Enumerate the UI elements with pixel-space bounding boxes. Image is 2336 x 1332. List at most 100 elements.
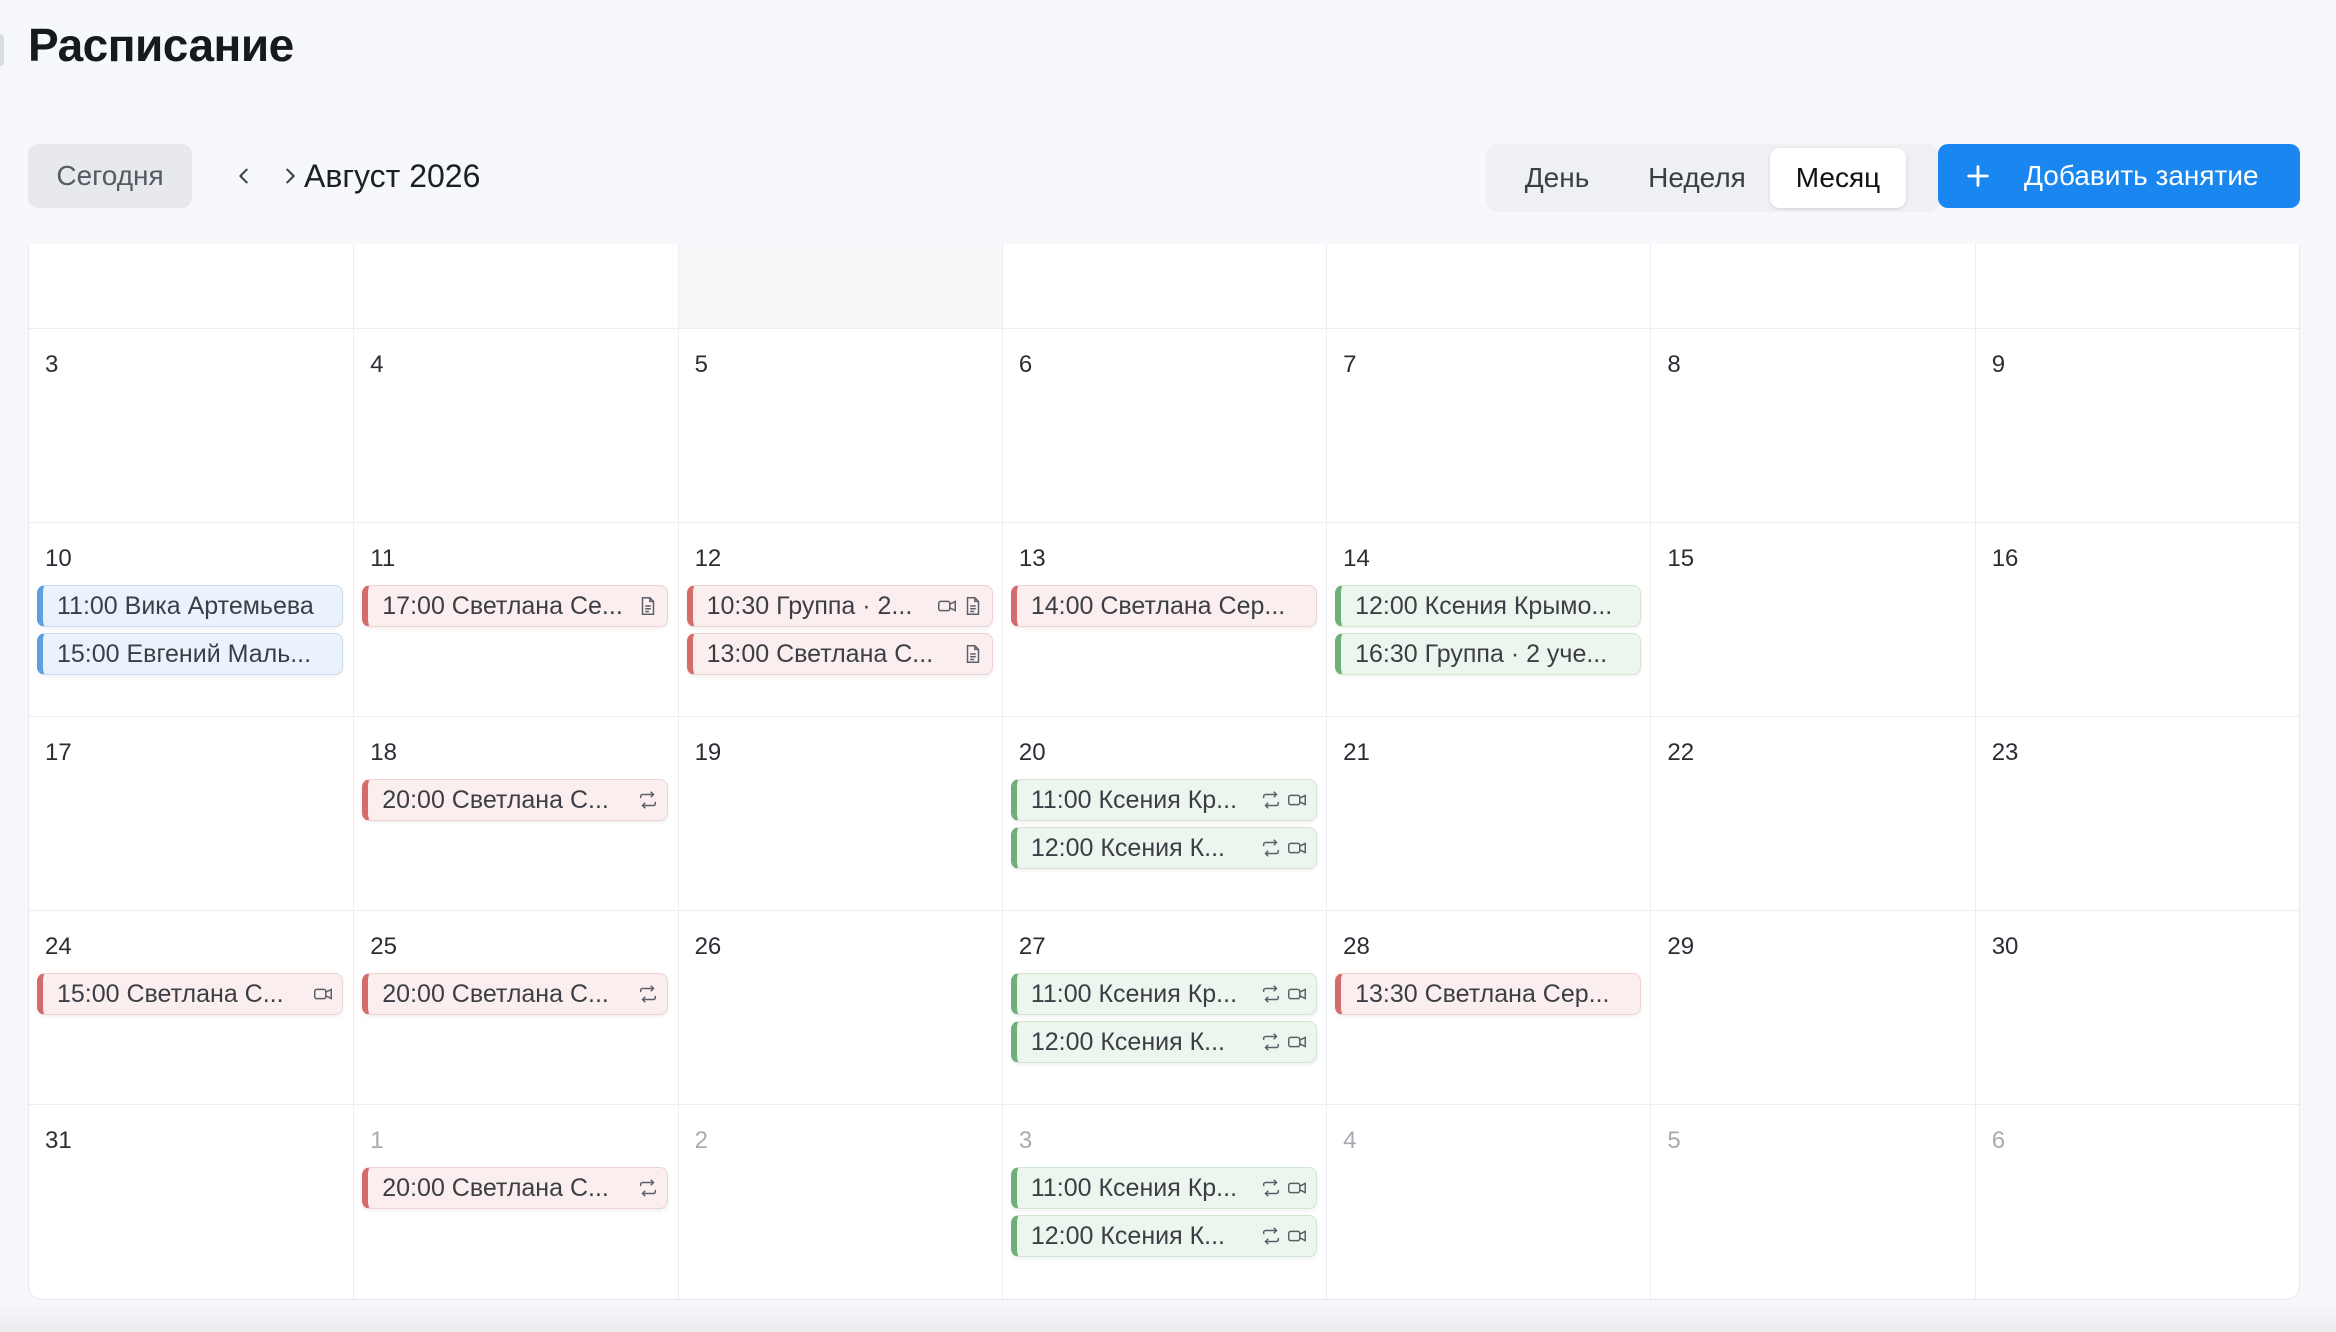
add-lesson-button[interactable]: Добавить занятие (1938, 144, 2300, 208)
lesson-event[interactable]: 13:30 Светлана Сер... (1335, 973, 1642, 1015)
lesson-event[interactable]: 11:00 Вика Артемьева (37, 585, 343, 627)
tab-day[interactable]: День (1490, 148, 1624, 208)
day-cell[interactable]: 29 (1650, 911, 1974, 1104)
day-cell[interactable]: 5 (677, 329, 1002, 522)
lesson-event[interactable]: 15:00 Светлана С... (37, 973, 343, 1015)
lesson-event-label: 15:00 Светлана С... (57, 979, 284, 1008)
day-cell[interactable]: 10 11:00 Вика Артемьева 15:00 Евгений Маль… (29, 523, 353, 716)
lesson-event[interactable]: 11:00 Ксения Кр... (1010, 973, 1317, 1015)
day-number: 1 (370, 1127, 384, 1154)
lesson-event-label: 13:30 Светлана Сер... (1355, 979, 1610, 1008)
lesson-event[interactable]: 16:30 Группа · 2 уче... (1335, 633, 1642, 675)
day-cell[interactable]: 9 (1974, 329, 2299, 522)
day-cell[interactable]: 16 (1974, 523, 2299, 716)
lesson-event-icons (1260, 837, 1308, 859)
lesson-event[interactable]: 20:00 Светлана С... (362, 1167, 669, 1209)
lesson-event-label: 12:00 Ксения К... (1030, 1221, 1225, 1250)
video-icon (314, 988, 332, 1000)
lesson-event[interactable]: 12:00 Ксения К... (1010, 1215, 1317, 1257)
day-cell[interactable]: 15 (1650, 523, 1974, 716)
lesson-event[interactable]: 20:00 Светлана С... (362, 779, 669, 821)
lesson-event[interactable]: 13:00 Светлана С... (686, 633, 993, 675)
day-cell[interactable]: 14 12:00 Ксения Крымо... 16:30 Группа · 2 … (1326, 523, 1650, 716)
day-number: 22 (1667, 739, 1695, 766)
lesson-event-label: 20:00 Светлана С... (382, 785, 609, 814)
day-cell[interactable]: 3 11:00 Ксения Кр... 12:00 Ксения К... (1001, 1105, 1326, 1299)
day-cell[interactable]: 3 (29, 329, 353, 522)
day-cell[interactable]: 24 15:00 Светлана С... (29, 911, 353, 1104)
day-cell[interactable] (29, 244, 353, 328)
day-cell[interactable]: 20 11:00 Ксения Кр... 12:00 Ксения К... (1001, 717, 1326, 910)
day-cell[interactable]: 25 20:00 Светлана С... (353, 911, 677, 1104)
day-cell[interactable]: 17 (29, 717, 353, 910)
day-cell[interactable] (1650, 244, 1974, 328)
schedule-page: Расписание Сегодня Август 2026 День Неде… (0, 0, 2336, 1332)
day-number: 6 (1991, 1127, 2006, 1154)
lesson-event-label: 12:00 Ксения К... (1030, 1027, 1225, 1056)
day-cell[interactable]: 12 10:30 Группа · 2... 13:00 Светлана С... (677, 523, 1002, 716)
day-number: 2 (694, 1127, 708, 1154)
day-cell[interactable]: 4 (1326, 1105, 1650, 1299)
day-cell[interactable]: 27 11:00 Ксения Кр... 12:00 Ксения К... (1001, 911, 1326, 1104)
day-cell[interactable] (1001, 244, 1326, 328)
lesson-event[interactable]: 12:00 Ксения К... (1010, 827, 1317, 869)
repeat-icon (1262, 1227, 1279, 1245)
day-number: 28 (1343, 933, 1370, 960)
day-cell[interactable]: 28 13:30 Светлана Сер... (1326, 911, 1650, 1104)
tab-week[interactable]: Неделя (1624, 148, 1770, 208)
lesson-event-label: 20:00 Светлана С... (382, 1173, 609, 1202)
day-cell[interactable]: 6 (1001, 329, 1326, 522)
today-button[interactable]: Сегодня (28, 144, 192, 208)
day-cell[interactable] (353, 244, 677, 328)
day-cell[interactable]: 21 (1326, 717, 1650, 910)
lesson-event[interactable]: 10:30 Группа · 2... (686, 585, 993, 627)
day-cell[interactable]: 19 (677, 717, 1002, 910)
day-cell[interactable]: 2 (677, 1105, 1002, 1299)
day-cell[interactable]: 23 (1974, 717, 2299, 910)
lesson-event[interactable]: 12:00 Ксения К... (1010, 1021, 1317, 1063)
day-cell[interactable]: 6 (1974, 1105, 2299, 1299)
lesson-event[interactable]: 20:00 Светлана С... (362, 973, 669, 1015)
prev-month-button[interactable] (224, 152, 264, 200)
day-cell[interactable]: 18 20:00 Светлана С... (353, 717, 677, 910)
week-row: 31 1 20:00 Светлана С... 2 3 11:00 Ксения Кр.… (29, 1104, 2299, 1299)
lesson-event-icons (637, 789, 659, 811)
day-cell[interactable]: 7 (1326, 329, 1650, 522)
day-cell[interactable]: 4 (353, 329, 677, 522)
day-number: 4 (370, 351, 384, 378)
day-cell[interactable]: 22 (1650, 717, 1974, 910)
lesson-event[interactable]: 11:00 Ксения Кр... (1010, 1167, 1317, 1209)
lesson-event[interactable]: 17:00 Светлана Се... (362, 585, 669, 627)
day-cell[interactable]: 8 (1650, 329, 1974, 522)
day-number: 31 (45, 1127, 72, 1154)
lesson-event-label: 13:00 Светлана С... (706, 639, 934, 668)
day-cell[interactable]: 31 (29, 1105, 353, 1299)
lesson-event[interactable]: 14:00 Светлана Сер... (1010, 585, 1317, 627)
day-number: 24 (45, 933, 72, 960)
day-cell[interactable]: 11 17:00 Светлана Се... (353, 523, 677, 716)
month-grid: 3 4 5 6 7 8 9 10 11:00 Вика Артемьева 15:00 Евген… (28, 244, 2300, 1300)
week-row: 24 15:00 Светлана С... 25 20:00 Светлана С.… (29, 910, 2299, 1104)
day-cell[interactable]: 26 (677, 911, 1002, 1104)
repeat-icon (1262, 839, 1279, 857)
lesson-event[interactable]: 15:00 Евгений Маль... (37, 633, 343, 675)
lesson-event-icons (637, 1177, 659, 1199)
lesson-event[interactable]: 11:00 Ксения Кр... (1010, 779, 1317, 821)
note-icon (966, 597, 979, 615)
video-icon (1287, 1036, 1306, 1048)
lesson-event[interactable]: 12:00 Ксения Крымо... (1335, 585, 1642, 627)
day-cell[interactable]: 1 20:00 Светлана С... (353, 1105, 677, 1299)
day-cell[interactable]: 5 (1650, 1105, 1974, 1299)
day-cell[interactable] (677, 244, 1002, 328)
day-cell[interactable] (1326, 244, 1650, 328)
day-cell[interactable]: 30 (1974, 911, 2299, 1104)
sidebar-edge[interactable] (0, 34, 4, 66)
week-row (29, 244, 2299, 328)
lesson-event-label: 20:00 Светлана С... (382, 979, 609, 1008)
day-number: 6 (1018, 351, 1033, 378)
tab-month[interactable]: Месяц (1770, 148, 1906, 208)
day-cell[interactable]: 13 14:00 Светлана Сер... (1001, 523, 1326, 716)
lesson-event-label: 11:00 Ксения Кр... (1030, 979, 1238, 1008)
video-icon (937, 600, 956, 612)
day-cell[interactable] (1974, 244, 2299, 328)
